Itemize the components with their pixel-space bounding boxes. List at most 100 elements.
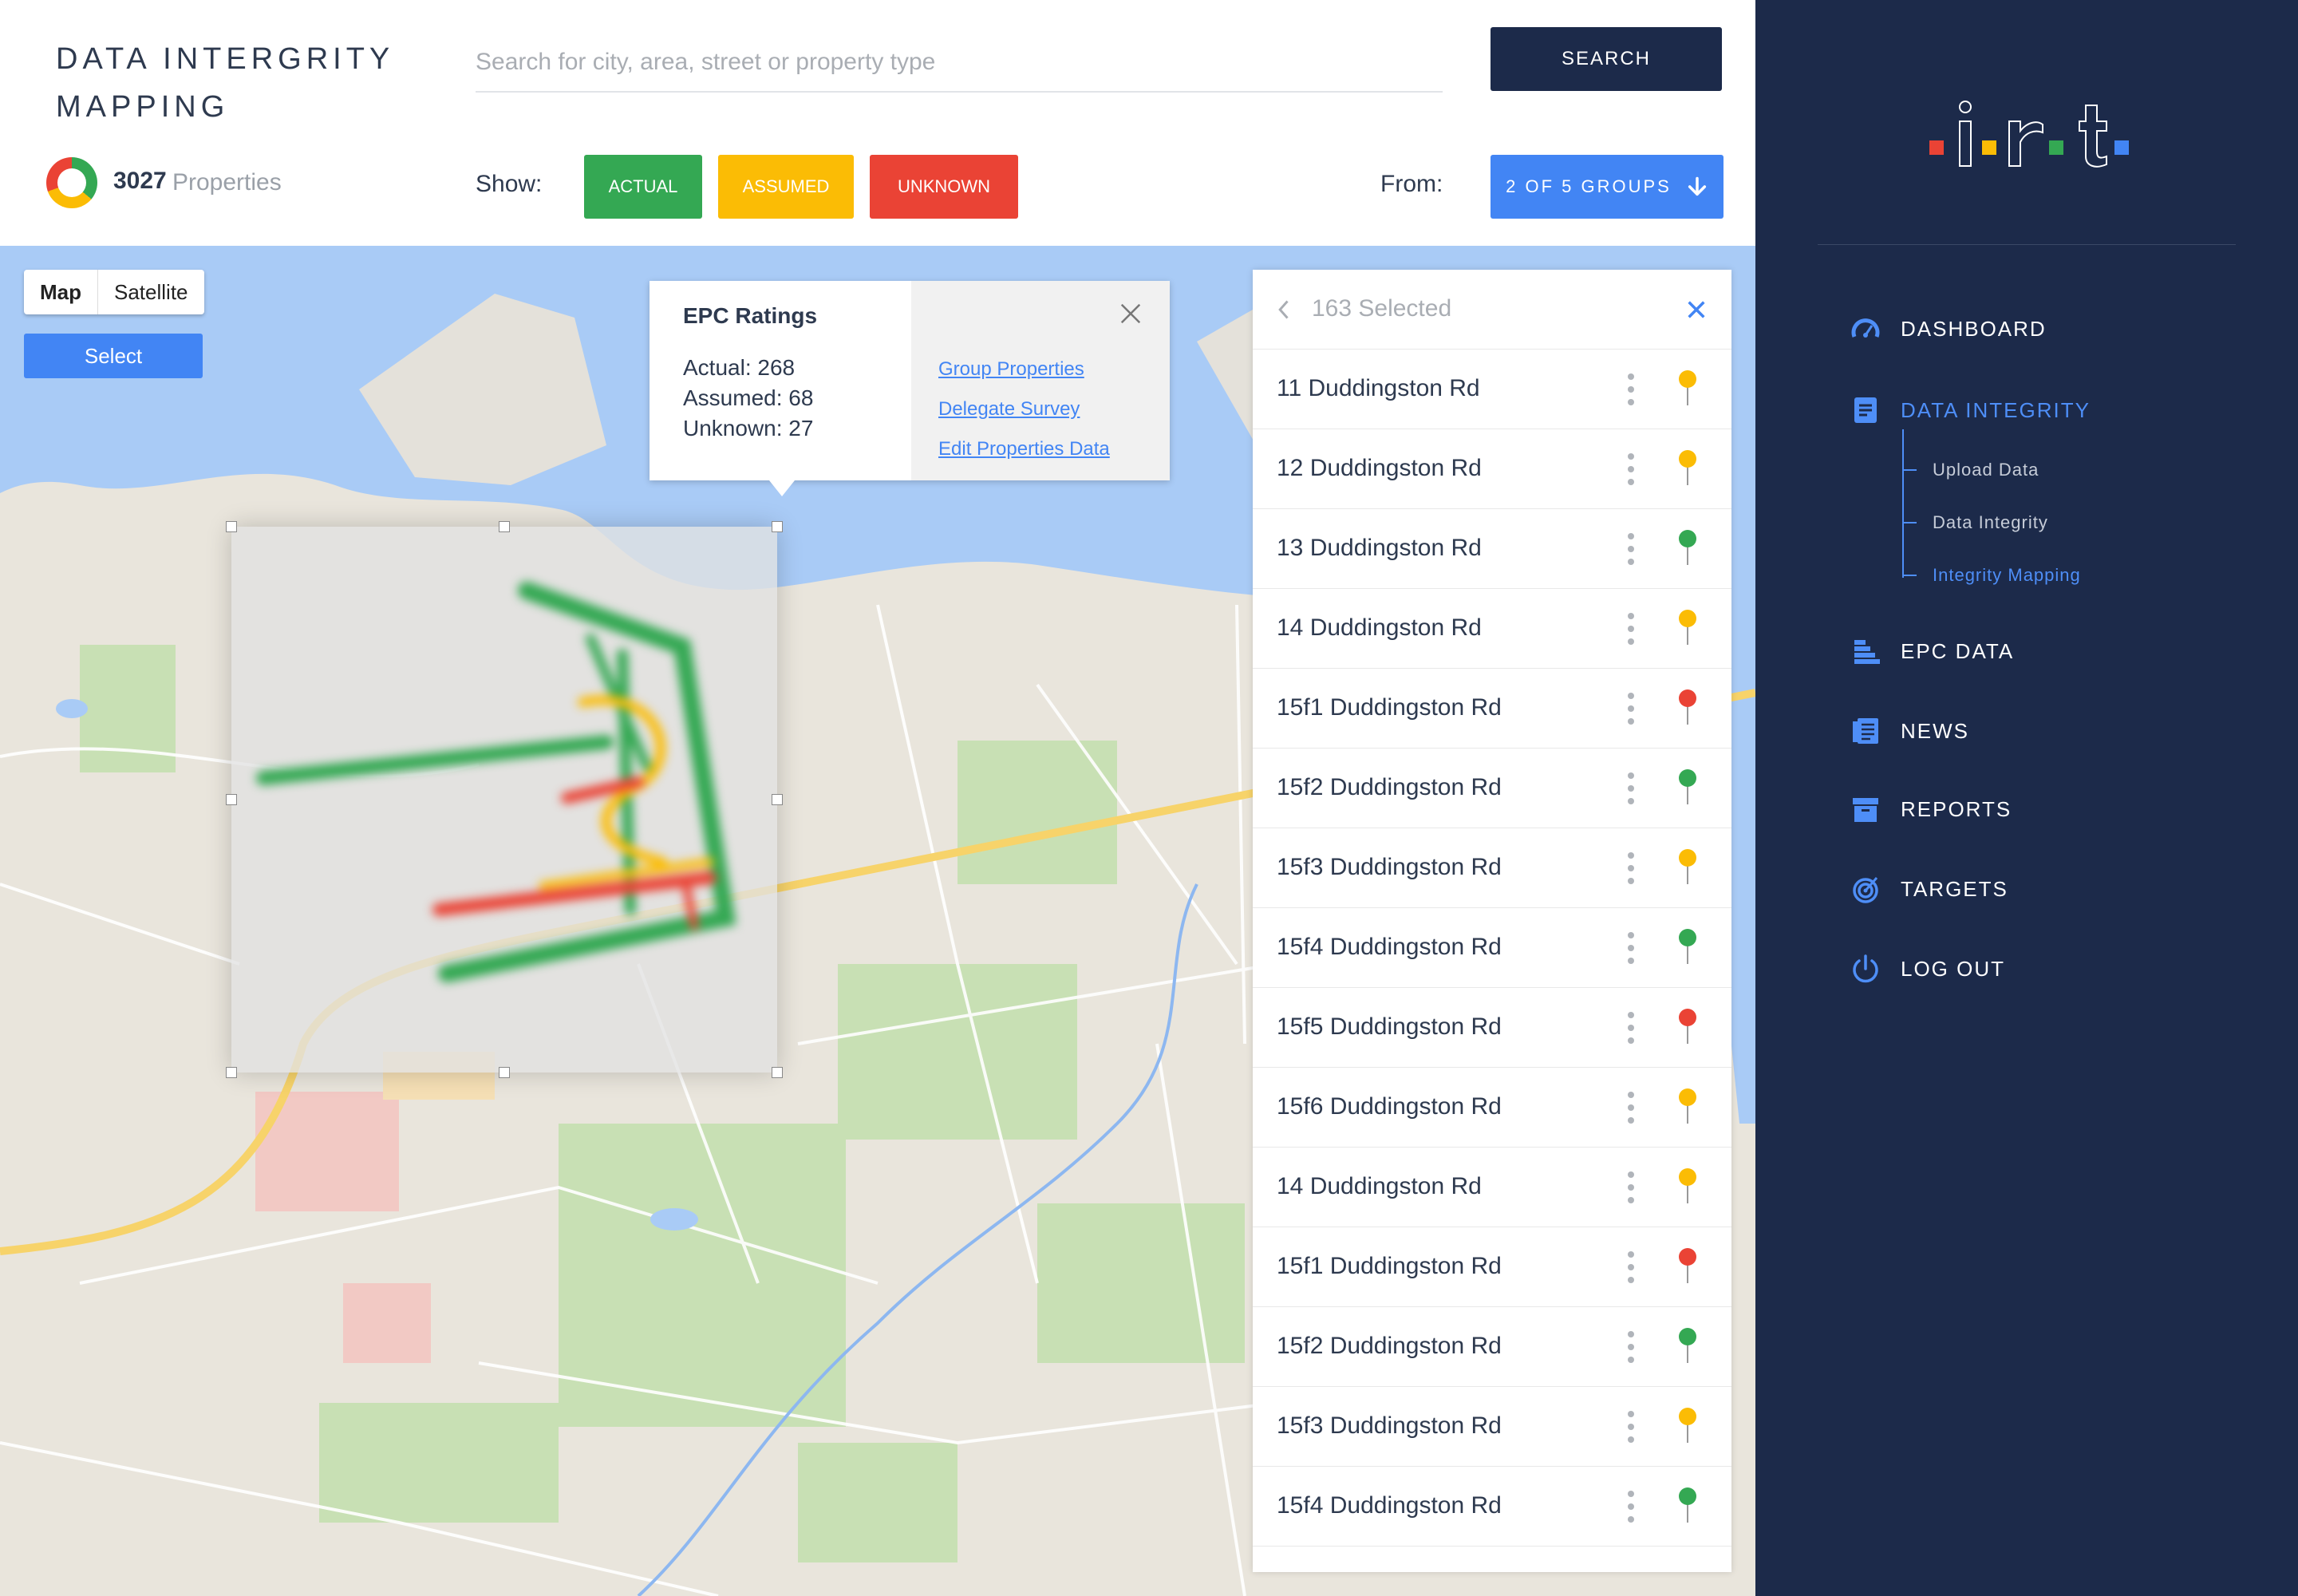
more-vertical-icon[interactable] bbox=[1625, 1090, 1637, 1125]
edit-properties-link[interactable]: Edit Properties Data bbox=[938, 429, 1170, 469]
list-item[interactable]: 15f2 Duddingston Rd bbox=[1253, 749, 1731, 828]
property-count: 3027 bbox=[113, 168, 167, 194]
delegate-survey-link[interactable]: Delegate Survey bbox=[938, 389, 1170, 429]
map-pin-icon bbox=[1679, 1487, 1696, 1523]
filter-unknown-button[interactable]: UNKNOWN bbox=[870, 155, 1018, 219]
list-item[interactable]: 15f3 Duddingston Rd bbox=[1253, 1387, 1731, 1467]
more-vertical-icon[interactable] bbox=[1625, 851, 1637, 886]
search-button[interactable]: SEARCH bbox=[1491, 27, 1722, 91]
list-item[interactable]: 12 Duddingston Rd bbox=[1253, 429, 1731, 509]
chevron-left-icon[interactable] bbox=[1273, 298, 1296, 321]
more-vertical-icon[interactable] bbox=[1625, 771, 1637, 806]
list-item[interactable]: 14 Duddingston Rd bbox=[1253, 1148, 1731, 1227]
resize-handle[interactable] bbox=[772, 794, 783, 805]
bar-chart-icon bbox=[1854, 640, 1880, 664]
list-item[interactable]: 15f6 Duddingston Rd bbox=[1253, 1068, 1731, 1148]
sidebar-subitem-integrity-mapping[interactable]: Integrity Mapping bbox=[1904, 565, 2081, 586]
search-input[interactable] bbox=[476, 34, 1443, 93]
sidebar-item-log-out[interactable]: LOG OUT bbox=[1850, 953, 2005, 985]
sidebar-item-label: EPC DATA bbox=[1901, 638, 2015, 663]
sidebar-subitem-label: Data Integrity bbox=[1933, 512, 2048, 532]
sidebar-item-epc-data[interactable]: EPC DATA bbox=[1850, 635, 2014, 667]
more-vertical-icon[interactable] bbox=[1625, 1489, 1637, 1524]
more-vertical-icon[interactable] bbox=[1625, 1329, 1637, 1365]
map-pin-icon bbox=[1679, 1328, 1696, 1363]
heatmap-overlay bbox=[256, 582, 736, 982]
map-type-satellite[interactable]: Satellite bbox=[98, 270, 204, 314]
more-vertical-icon[interactable] bbox=[1625, 1409, 1637, 1444]
sidebar-item-reports[interactable]: REPORTS bbox=[1850, 793, 2012, 825]
list-item-label: 15f1 Duddingston Rd bbox=[1277, 1253, 1502, 1279]
map-pin-icon bbox=[1679, 450, 1696, 485]
resize-handle[interactable] bbox=[772, 521, 783, 532]
arrow-down-icon bbox=[1688, 176, 1706, 196]
popup-unknown-count: Unknown: 27 bbox=[683, 416, 814, 440]
sidebar-item-news[interactable]: NEWS bbox=[1850, 715, 1969, 747]
more-vertical-icon[interactable] bbox=[1625, 1010, 1637, 1045]
resize-handle[interactable] bbox=[499, 1067, 510, 1078]
select-button[interactable]: Select bbox=[24, 334, 203, 378]
sidebar-subitem-upload-data[interactable]: Upload Data bbox=[1904, 460, 2039, 480]
resize-handle[interactable] bbox=[226, 521, 237, 532]
selected-properties-panel: 163 Selected 11 Duddingston Rd 12 Dudding… bbox=[1253, 270, 1731, 1572]
list-item-label: 14 Duddingston Rd bbox=[1277, 1173, 1482, 1199]
list-item[interactable]: 15f5 Duddingston Rd bbox=[1253, 988, 1731, 1068]
more-vertical-icon[interactable] bbox=[1625, 531, 1637, 567]
groups-dropdown-button[interactable]: 2 OF 5 GROUPS bbox=[1491, 155, 1724, 219]
more-vertical-icon[interactable] bbox=[1625, 691, 1637, 726]
popup-actions: Group Properties Delegate Survey Edit Pr… bbox=[911, 281, 1170, 480]
more-vertical-icon[interactable] bbox=[1625, 452, 1637, 487]
list-item[interactable]: 14 Duddingston Rd bbox=[1253, 589, 1731, 669]
brand-logo bbox=[1929, 101, 2129, 168]
list-item[interactable]: 13 Duddingston Rd bbox=[1253, 509, 1731, 589]
map-pin-icon bbox=[1679, 1408, 1696, 1443]
more-vertical-icon[interactable] bbox=[1625, 372, 1637, 407]
sidebar-subitem-data-integrity[interactable]: Data Integrity bbox=[1904, 512, 2048, 533]
list-item[interactable]: 15f1 Duddingston Rd bbox=[1253, 669, 1731, 749]
header: DATA INTERGRITY MAPPING 3027 Properties … bbox=[0, 0, 1755, 246]
list-item-label: 15f4 Duddingston Rd bbox=[1277, 934, 1502, 960]
selection-area[interactable] bbox=[226, 521, 783, 1078]
list-item-label: 15f1 Duddingston Rd bbox=[1277, 694, 1502, 721]
power-icon bbox=[1853, 954, 1878, 983]
popup-stats: EPC Ratings Actual: 268 Assumed: 68 Unkn… bbox=[650, 281, 911, 480]
list-item-label: 15f2 Duddingston Rd bbox=[1277, 1333, 1502, 1359]
map-pin-icon bbox=[1679, 610, 1696, 645]
map-pin-icon bbox=[1679, 1009, 1696, 1044]
resize-handle[interactable] bbox=[499, 521, 510, 532]
close-icon[interactable] bbox=[1685, 298, 1708, 321]
list-item-label: 15f3 Duddingston Rd bbox=[1277, 1412, 1502, 1439]
tree-line bbox=[1902, 429, 1904, 578]
more-vertical-icon[interactable] bbox=[1625, 930, 1637, 966]
list-item-label: 15f2 Duddingston Rd bbox=[1277, 774, 1502, 800]
more-vertical-icon[interactable] bbox=[1625, 1250, 1637, 1285]
group-properties-link[interactable]: Group Properties bbox=[938, 350, 1170, 389]
panel-header: 163 Selected bbox=[1253, 270, 1731, 350]
document-icon bbox=[1854, 397, 1877, 423]
sidebar-subitem-label: Upload Data bbox=[1933, 460, 2039, 480]
filter-assumed-button[interactable]: ASSUMED bbox=[718, 155, 854, 219]
from-label: From: bbox=[1380, 171, 1443, 197]
more-vertical-icon[interactable] bbox=[1625, 1170, 1637, 1205]
resize-handle[interactable] bbox=[226, 1067, 237, 1078]
sidebar-item-data-integrity[interactable]: DATA INTEGRITY bbox=[1850, 394, 2091, 426]
list-item[interactable]: 11 Duddingston Rd bbox=[1253, 350, 1731, 429]
list-item[interactable]: 15f2 Duddingston Rd bbox=[1253, 1307, 1731, 1387]
map-type-map[interactable]: Map bbox=[24, 270, 98, 314]
map-type-toggle[interactable]: Map Satellite bbox=[24, 270, 204, 314]
list-item[interactable]: 15f4 Duddingston Rd bbox=[1253, 1467, 1731, 1547]
map-pin-icon bbox=[1679, 530, 1696, 565]
list-item[interactable]: 15f3 Duddingston Rd bbox=[1253, 828, 1731, 908]
resize-handle[interactable] bbox=[772, 1067, 783, 1078]
resize-handle[interactable] bbox=[226, 794, 237, 805]
list-item[interactable]: 15f1 Duddingston Rd bbox=[1253, 1227, 1731, 1307]
sidebar-item-dashboard[interactable]: DASHBOARD bbox=[1850, 313, 2047, 345]
sidebar-item-targets[interactable]: TARGETS bbox=[1850, 873, 2008, 905]
filter-actual-button[interactable]: ACTUAL bbox=[584, 155, 702, 219]
gauge-icon bbox=[1851, 318, 1880, 338]
close-icon[interactable] bbox=[1119, 302, 1143, 326]
map-pin-icon bbox=[1679, 1088, 1696, 1124]
more-vertical-icon[interactable] bbox=[1625, 611, 1637, 646]
sidebar-item-label: TARGETS bbox=[1901, 876, 2008, 901]
list-item[interactable]: 15f4 Duddingston Rd bbox=[1253, 908, 1731, 988]
